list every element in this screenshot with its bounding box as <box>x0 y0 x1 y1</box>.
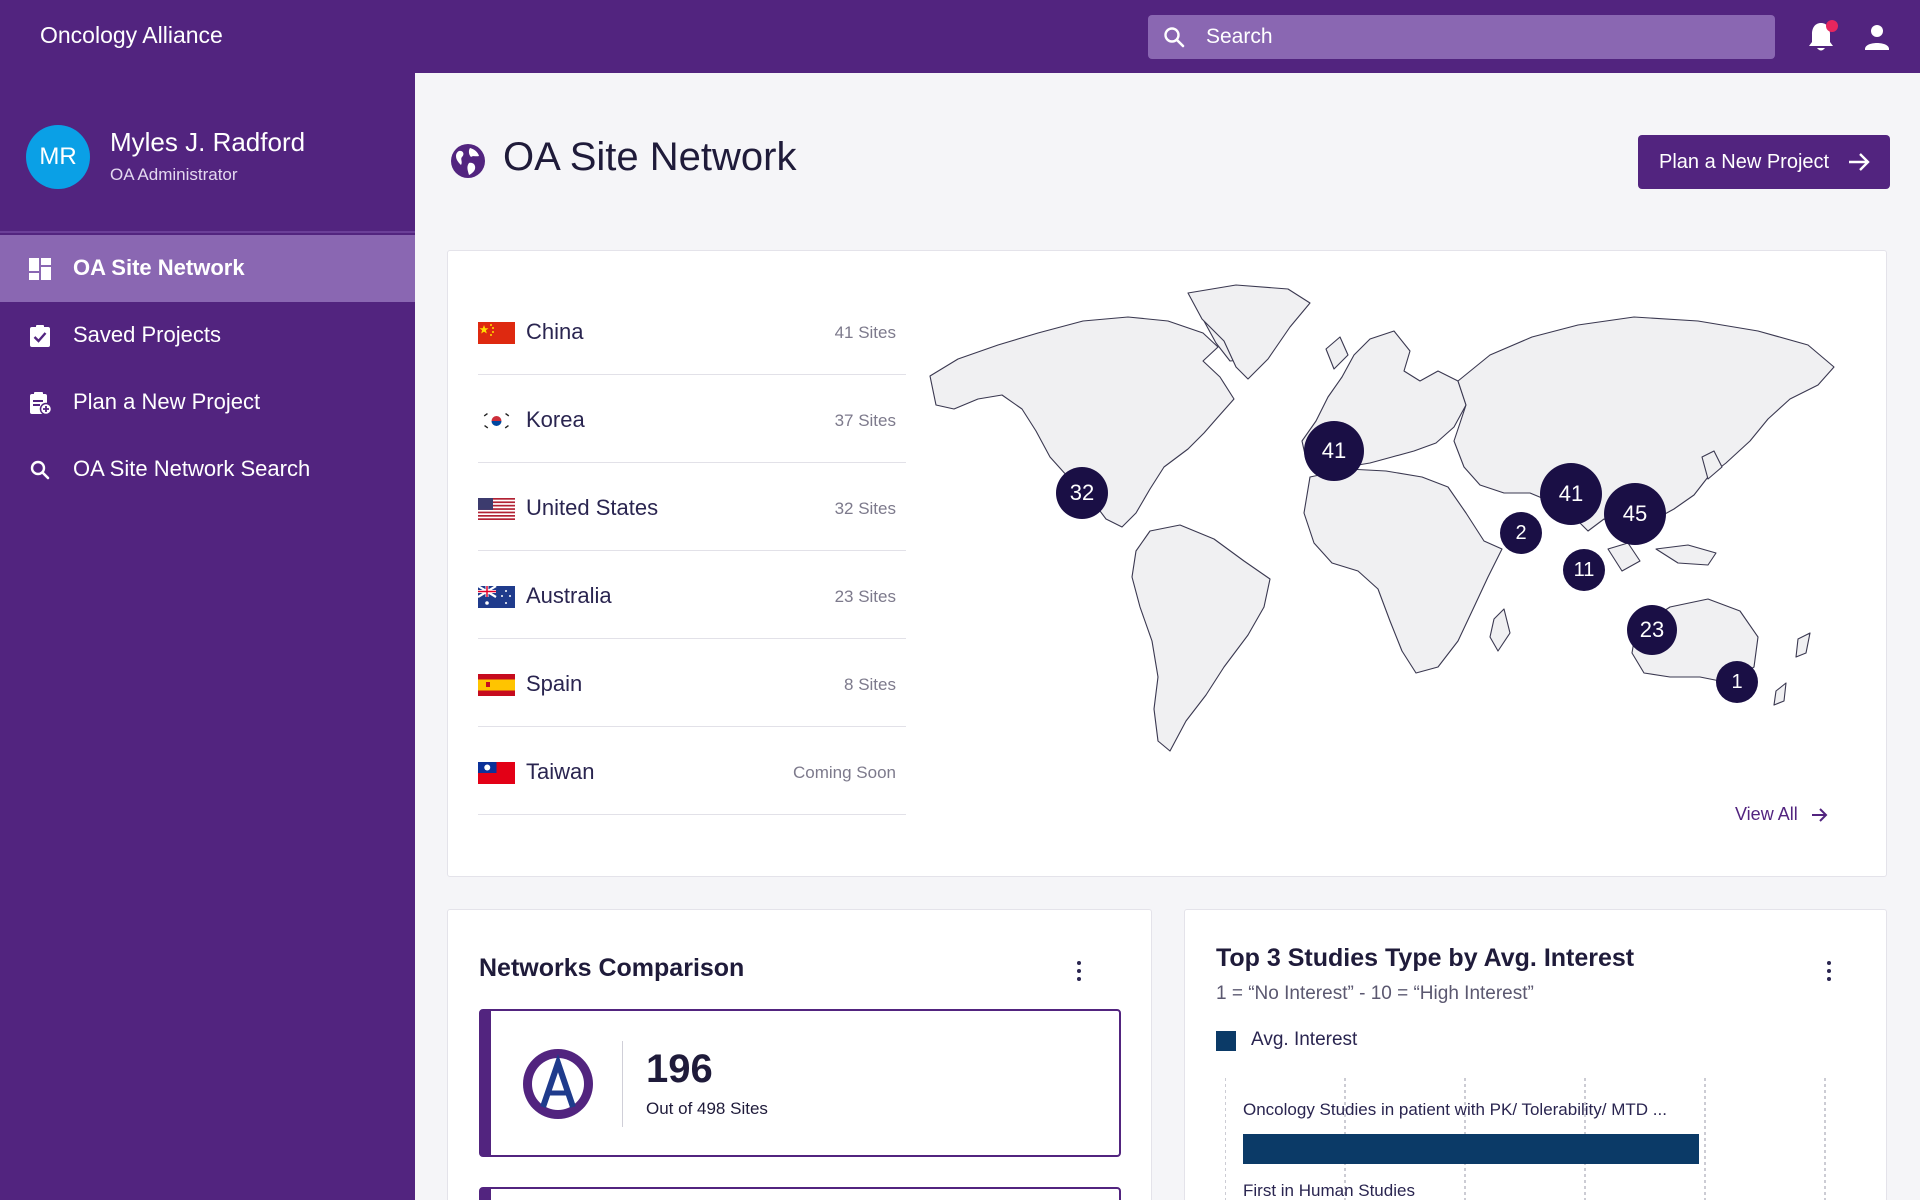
notification-badge <box>1826 20 1838 32</box>
list-item[interactable]: Spain 8 Sites <box>478 639 906 727</box>
user-name: Myles J. Radford <box>110 127 306 157</box>
search-bar[interactable] <box>1148 15 1775 59</box>
country-name: Taiwan <box>526 759 595 784</box>
site-count: 8 Sites <box>844 675 896 694</box>
more-options-icon[interactable] <box>1825 959 1833 983</box>
korea-flag-icon <box>478 410 515 432</box>
sidebar-item-plan-new-project[interactable]: Plan a New Project <box>0 369 415 436</box>
divider <box>622 1041 623 1127</box>
network-summary[interactable] <box>479 1187 1121 1200</box>
bar <box>1243 1134 1699 1164</box>
map-cluster-marker[interactable]: 11 <box>1563 549 1605 591</box>
world-map-graphic <box>929 284 1835 752</box>
sidebar-item-label: Saved Projects <box>73 322 221 347</box>
card-title: Networks Comparison <box>479 954 745 982</box>
spain-flag-icon <box>478 674 515 696</box>
site-network-card: China 41 Sites Korea 37 Sites United Sta… <box>447 250 1887 877</box>
list-item[interactable]: Korea 37 Sites <box>478 375 906 463</box>
bar-label: First in Human Studies <box>1243 1181 1415 1200</box>
map-cluster-marker[interactable]: 41 <box>1540 463 1602 525</box>
card-subtitle: 1 = “No Interest” - 10 = “High Interest” <box>1216 983 1534 1004</box>
site-count: 23 Sites <box>834 587 896 606</box>
page-header: OA Site Network Plan a New Project <box>415 73 1920 248</box>
site-count: 37 Sites <box>834 411 896 430</box>
list-item[interactable]: United States 32 Sites <box>478 463 906 551</box>
map-cluster-marker[interactable]: 2 <box>1500 512 1542 554</box>
plan-new-project-button[interactable]: Plan a New Project <box>1638 135 1890 189</box>
arrow-right-icon[interactable] <box>1810 806 1828 824</box>
sidebar-item-saved-projects[interactable]: Saved Projects <box>0 302 415 369</box>
sidebar-nav: OA Site Network Saved Projects Plan a Ne… <box>0 235 415 503</box>
networks-comparison-card: Networks Comparison 196 Out of 498 Sites <box>447 909 1152 1200</box>
button-label: Plan a New Project <box>1659 150 1830 173</box>
country-list: China 41 Sites Korea 37 Sites United Sta… <box>478 287 906 815</box>
clipboard-check-icon <box>30 325 50 347</box>
map-cluster-marker[interactable]: 1 <box>1716 661 1758 703</box>
country-name: Spain <box>526 671 583 696</box>
sidebar-item-label: OA Site Network <box>73 255 245 280</box>
network-summary[interactable]: 196 Out of 498 Sites <box>479 1009 1121 1157</box>
studies-interest-card: Top 3 Studies Type by Avg. Interest 1 = … <box>1184 909 1887 1200</box>
china-flag-icon <box>478 322 515 344</box>
sidebar-item-oa-site-network[interactable]: OA Site Network <box>0 235 415 302</box>
australia-flag-icon <box>478 586 515 608</box>
map-cluster-marker[interactable]: 32 <box>1056 467 1108 519</box>
legend-label: Avg. Interest <box>1251 1029 1358 1050</box>
legend-swatch <box>1216 1031 1236 1051</box>
map-cluster-marker[interactable]: 23 <box>1627 605 1677 655</box>
search-input[interactable] <box>1206 15 1766 59</box>
network-site-count: 196 <box>646 1047 713 1091</box>
country-name: Australia <box>526 583 612 608</box>
site-count: 32 Sites <box>834 499 896 518</box>
usa-flag-icon <box>478 498 515 520</box>
world-map[interactable]: 32 41 41 45 2 11 23 1 <box>918 281 1848 771</box>
sidebar-item-label: Plan a New Project <box>73 389 261 414</box>
view-all-link[interactable]: View All <box>1735 804 1798 825</box>
user-profile: MR Myles J. Radford OA Administrator <box>0 73 415 233</box>
user-account-icon[interactable] <box>1862 20 1892 54</box>
globe-icon <box>451 144 485 178</box>
list-item[interactable]: Australia 23 Sites <box>478 551 906 639</box>
avatar[interactable]: MR <box>26 125 90 189</box>
site-count: Coming Soon <box>792 763 896 782</box>
map-cluster-marker[interactable]: 41 <box>1304 421 1364 481</box>
country-name: Korea <box>526 407 585 432</box>
list-item[interactable]: Taiwan Coming Soon <box>478 727 906 815</box>
search-icon <box>30 460 50 480</box>
country-name: China <box>526 319 584 344</box>
country-name: United States <box>526 495 659 520</box>
clipboard-add-icon <box>30 392 52 415</box>
user-role: OA Administrator <box>110 165 238 184</box>
dashboard-icon <box>29 258 51 280</box>
bar-label: Oncology Studies in patient with PK/ Tol… <box>1243 1100 1667 1119</box>
oncology-alliance-logo-icon <box>523 1049 593 1119</box>
sidebar-item-site-network-search[interactable]: OA Site Network Search <box>0 436 415 503</box>
sidebar: MR Myles J. Radford OA Administrator OA … <box>0 73 415 1200</box>
page-title: OA Site Network <box>503 135 797 179</box>
map-cluster-marker[interactable]: 45 <box>1604 483 1666 545</box>
network-site-total: Out of 498 Sites <box>646 1099 768 1118</box>
top-bar: Oncology Alliance <box>0 0 1920 73</box>
app-title: Oncology Alliance <box>40 22 223 48</box>
card-title: Top 3 Studies Type by Avg. Interest <box>1216 944 1635 972</box>
taiwan-flag-icon <box>478 762 515 784</box>
sidebar-item-label: OA Site Network Search <box>73 456 311 481</box>
search-icon <box>1164 27 1185 48</box>
more-options-icon[interactable] <box>1075 959 1083 983</box>
site-count: 41 Sites <box>834 323 896 342</box>
arrow-right-icon <box>1849 153 1870 171</box>
list-item[interactable]: China 41 Sites <box>478 287 906 375</box>
